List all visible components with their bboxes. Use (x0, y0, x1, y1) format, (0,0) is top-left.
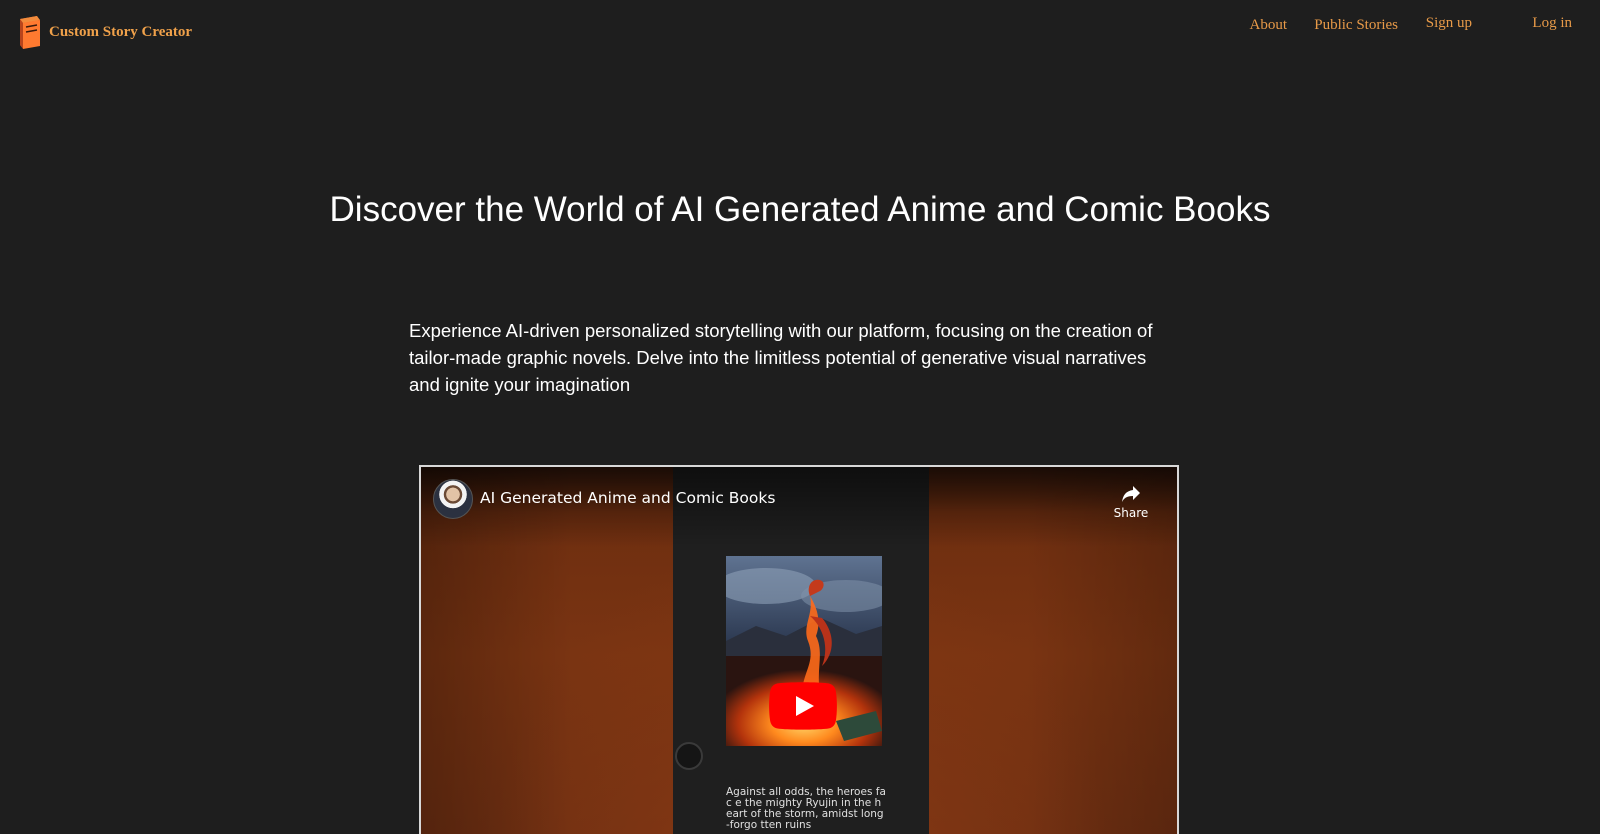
video-top-shade (421, 467, 1177, 547)
play-icon[interactable] (769, 682, 837, 730)
nav-log-in-link[interactable]: Log in (1532, 15, 1572, 32)
share-label: Share (1113, 506, 1149, 520)
brand-name: Custom Story Creator (49, 23, 193, 40)
nav-about-link[interactable]: About (1250, 17, 1288, 34)
page-title: Discover the World of AI Generated Anime… (329, 190, 1271, 229)
channel-avatar[interactable] (433, 479, 473, 519)
video-title[interactable]: AI Generated Anime and Comic Books (480, 489, 775, 507)
share-arrow-icon (1122, 486, 1140, 502)
share-button[interactable]: Share (1111, 481, 1151, 520)
book-icon (20, 16, 40, 49)
brand-logo-link[interactable]: Custom Story Creator (17, 15, 192, 49)
video-player[interactable]: AI Generated Anime and Comic Books Share… (419, 465, 1179, 834)
hero-description: Experience AI-driven personalized storyt… (409, 320, 1153, 395)
nav-sign-up-link[interactable]: Sign up (1426, 15, 1472, 32)
scrubber-knob[interactable] (675, 742, 703, 770)
comic-caption: Against all odds, the heroes fac e the m… (726, 786, 886, 831)
nav-public-stories-link[interactable]: Public Stories (1314, 17, 1398, 34)
